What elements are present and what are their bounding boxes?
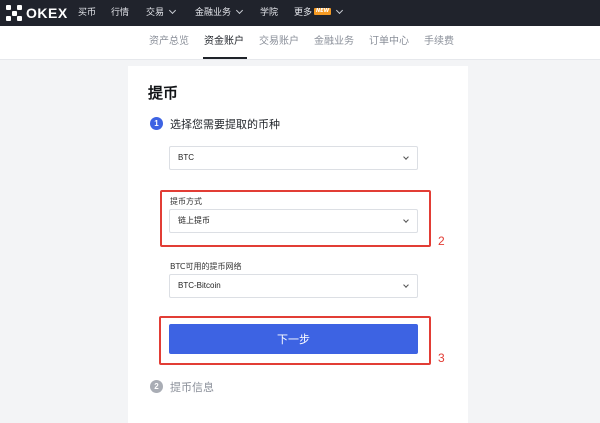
- step-2-label: 提币信息: [170, 381, 214, 394]
- annotation-number-2: 2: [438, 234, 445, 248]
- nav-item-trade[interactable]: 交易: [146, 0, 177, 26]
- annotation-number-3: 3: [438, 351, 445, 365]
- annotation-box-3: [159, 316, 431, 365]
- nav-item-finance[interactable]: 金融业务: [195, 0, 244, 26]
- new-badge: NEW: [314, 8, 332, 15]
- nav-item-label: 交易: [146, 8, 165, 18]
- top-nav: OKEX 买币 行情 交易 金融业务 学院 更多 NEW: [0, 0, 600, 26]
- step-1-number: 1: [150, 117, 163, 130]
- logo-text: OKEX: [26, 5, 68, 21]
- nav-item-label: 行情: [111, 8, 130, 18]
- step-1-label: 选择您需要提取的币种: [170, 118, 280, 131]
- nav-item-label: 学院: [260, 8, 279, 18]
- active-tab-indicator: [203, 57, 247, 59]
- okex-logo[interactable]: OKEX: [6, 4, 68, 22]
- nav-item-label: 更多: [294, 8, 313, 18]
- chevron-down-icon: [403, 154, 409, 160]
- tab-order-center[interactable]: 订单中心: [369, 26, 409, 60]
- annotation-box-2: [160, 190, 431, 247]
- chevron-down-icon: [336, 6, 344, 15]
- tab-trading-account[interactable]: 交易账户: [259, 26, 299, 60]
- nav-item-buy-coin[interactable]: 买币: [78, 0, 96, 26]
- chevron-down-icon: [403, 282, 409, 288]
- tab-fees[interactable]: 手续费: [424, 26, 454, 60]
- network-select[interactable]: BTC-Bitcoin: [169, 274, 418, 298]
- nav-item-academy[interactable]: 学院: [260, 0, 278, 26]
- tab-asset-overview[interactable]: 资产总览: [149, 26, 189, 60]
- currency-select[interactable]: BTC: [169, 146, 418, 170]
- page-title: 提币: [148, 84, 179, 102]
- network-value: BTC-Bitcoin: [178, 281, 221, 290]
- tab-funding-account[interactable]: 资金账户: [204, 26, 244, 60]
- chevron-down-icon: [168, 6, 177, 15]
- tab-finance[interactable]: 金融业务: [314, 26, 354, 60]
- network-label: BTC可用的提币网络: [170, 262, 242, 271]
- okex-logo-icon: [6, 5, 22, 21]
- chevron-down-icon: [235, 6, 244, 15]
- nav-item-label: 金融业务: [195, 8, 232, 18]
- currency-select-value: BTC: [178, 153, 194, 162]
- nav-item-label: 买币: [78, 8, 97, 18]
- sub-nav: 资产总览 资金账户 交易账户 金融业务 订单中心 手续费: [0, 26, 600, 60]
- nav-item-market[interactable]: 行情: [111, 0, 129, 26]
- nav-item-more[interactable]: 更多 NEW: [294, 0, 344, 26]
- step-2-number: 2: [150, 380, 163, 393]
